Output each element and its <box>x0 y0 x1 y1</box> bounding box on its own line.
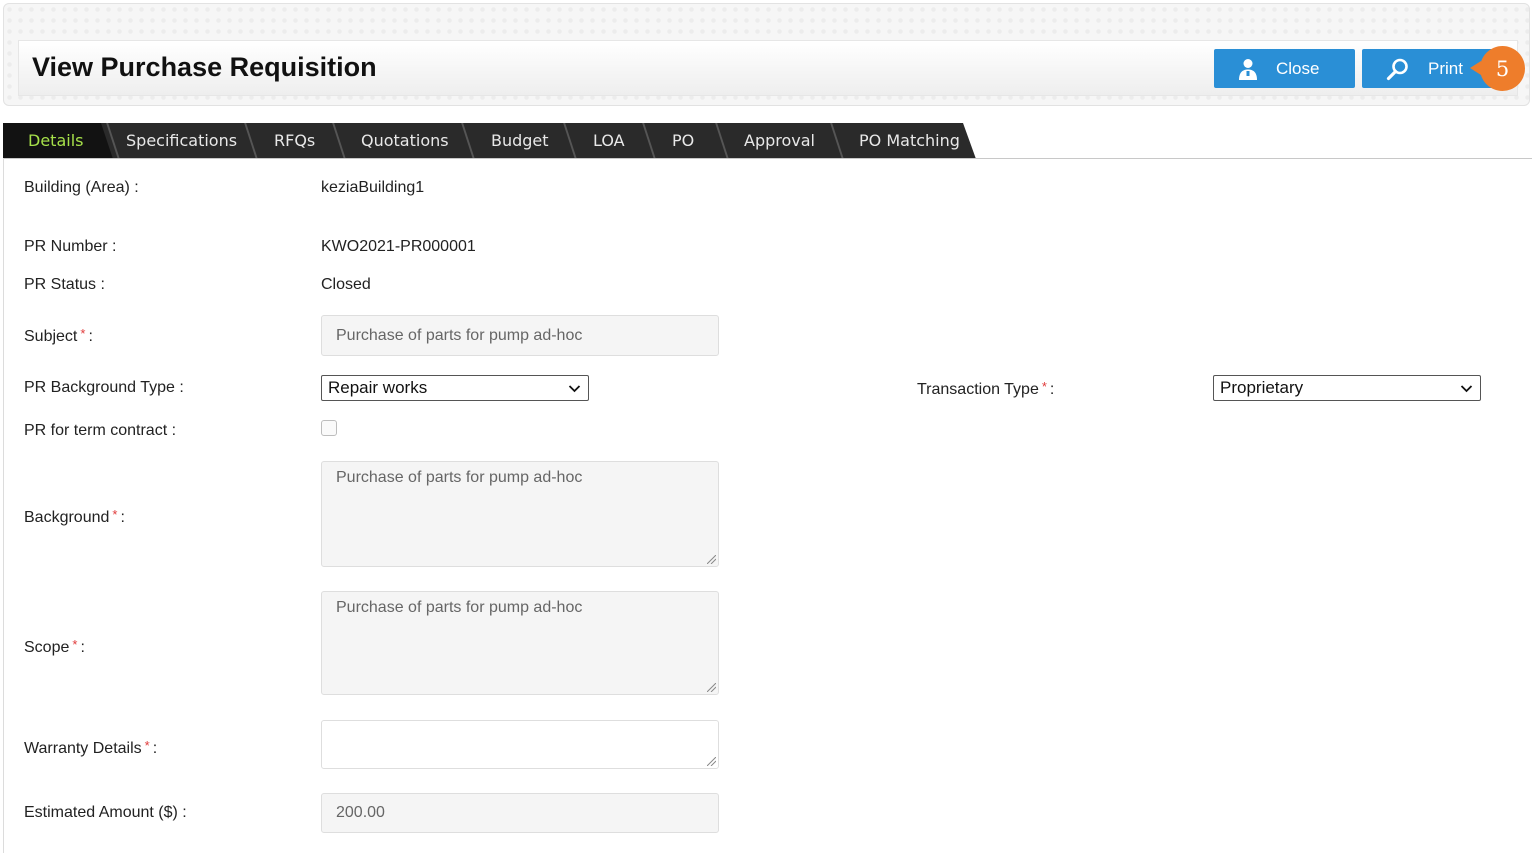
required-mark: * <box>80 326 86 341</box>
content-divider <box>3 158 1532 159</box>
warranty-label: Warranty Details *: <box>24 738 157 758</box>
background-label: Background *: <box>24 507 125 527</box>
tab-loa[interactable]: LOA <box>579 123 625 159</box>
scope-label-text: Scope <box>24 639 70 656</box>
chevron-down-icon <box>568 385 581 393</box>
term-contract-checkbox[interactable] <box>321 420 337 436</box>
warranty-textarea[interactable] <box>321 720 719 769</box>
scope-textarea[interactable]: Purchase of parts for pump ad-hoc <box>321 591 719 695</box>
print-button-label: Print <box>1428 58 1463 78</box>
required-mark: * <box>1041 379 1047 394</box>
tab-po[interactable]: PO <box>658 123 694 159</box>
subject-input[interactable]: Purchase of parts for pump ad-hoc <box>321 315 719 356</box>
warranty-label-text: Warranty Details <box>24 740 142 757</box>
building-label: Building (Area) : <box>24 179 139 196</box>
user-icon <box>1239 58 1257 80</box>
pr-status-label: PR Status : <box>24 276 105 293</box>
transaction-type-label-text: Transaction Type <box>917 381 1039 398</box>
pr-background-type-value: Repair works <box>328 378 428 397</box>
background-text: Purchase of parts for pump ad-hoc <box>336 469 583 486</box>
tab-details[interactable]: Details <box>14 123 83 159</box>
transaction-type-label: Transaction Type *: <box>917 379 1054 399</box>
subject-label: Subject *: <box>24 326 93 346</box>
pr-background-type-select[interactable]: Repair works <box>321 375 589 401</box>
required-mark: * <box>112 507 118 522</box>
pr-number-value: KWO2021-PR000001 <box>321 238 476 255</box>
tab-po-matching[interactable]: PO Matching <box>845 123 960 159</box>
resize-grip-icon[interactable] <box>707 683 716 692</box>
tab-specifications[interactable]: Specifications <box>112 123 237 159</box>
pr-number-label: PR Number : <box>24 238 117 255</box>
estimated-amount-input[interactable]: 200.00 <box>321 793 719 833</box>
label-colon: : <box>120 509 125 526</box>
page-title: View Purchase Requisition <box>32 52 377 82</box>
transaction-type-select[interactable]: Proprietary <box>1213 375 1481 401</box>
background-label-text: Background <box>24 509 110 526</box>
close-button-label: Close <box>1276 58 1320 78</box>
term-contract-label: PR for term contract : <box>24 422 177 439</box>
label-colon: : <box>80 639 85 656</box>
chevron-down-icon <box>1460 385 1473 393</box>
step-badge: 5 <box>1470 46 1525 91</box>
label-colon: : <box>88 328 93 345</box>
estimated-amount-label: Estimated Amount ($) : <box>24 804 187 821</box>
required-mark: * <box>144 738 150 753</box>
tab-approval[interactable]: Approval <box>730 123 815 159</box>
tab-quotations[interactable]: Quotations <box>347 123 449 159</box>
tab-budget[interactable]: Budget <box>477 123 549 159</box>
tab-rfqs[interactable]: RFQs <box>260 123 315 159</box>
label-colon: : <box>152 740 158 757</box>
resize-grip-icon[interactable] <box>707 757 716 766</box>
required-mark: * <box>72 637 78 652</box>
resize-grip-icon[interactable] <box>707 555 716 564</box>
building-value: keziaBuilding1 <box>321 179 425 196</box>
close-button[interactable]: Close <box>1214 49 1355 88</box>
content-left-border <box>3 158 4 853</box>
background-textarea[interactable]: Purchase of parts for pump ad-hoc <box>321 461 719 567</box>
transaction-type-value: Proprietary <box>1220 378 1304 397</box>
scope-label: Scope *: <box>24 637 85 657</box>
scope-text: Purchase of parts for pump ad-hoc <box>336 599 583 616</box>
pr-status-value: Closed <box>321 276 371 293</box>
label-colon: : <box>1049 381 1055 398</box>
pr-background-type-label: PR Background Type : <box>24 379 184 396</box>
subject-label-text: Subject <box>24 328 78 345</box>
search-icon <box>1386 58 1408 80</box>
